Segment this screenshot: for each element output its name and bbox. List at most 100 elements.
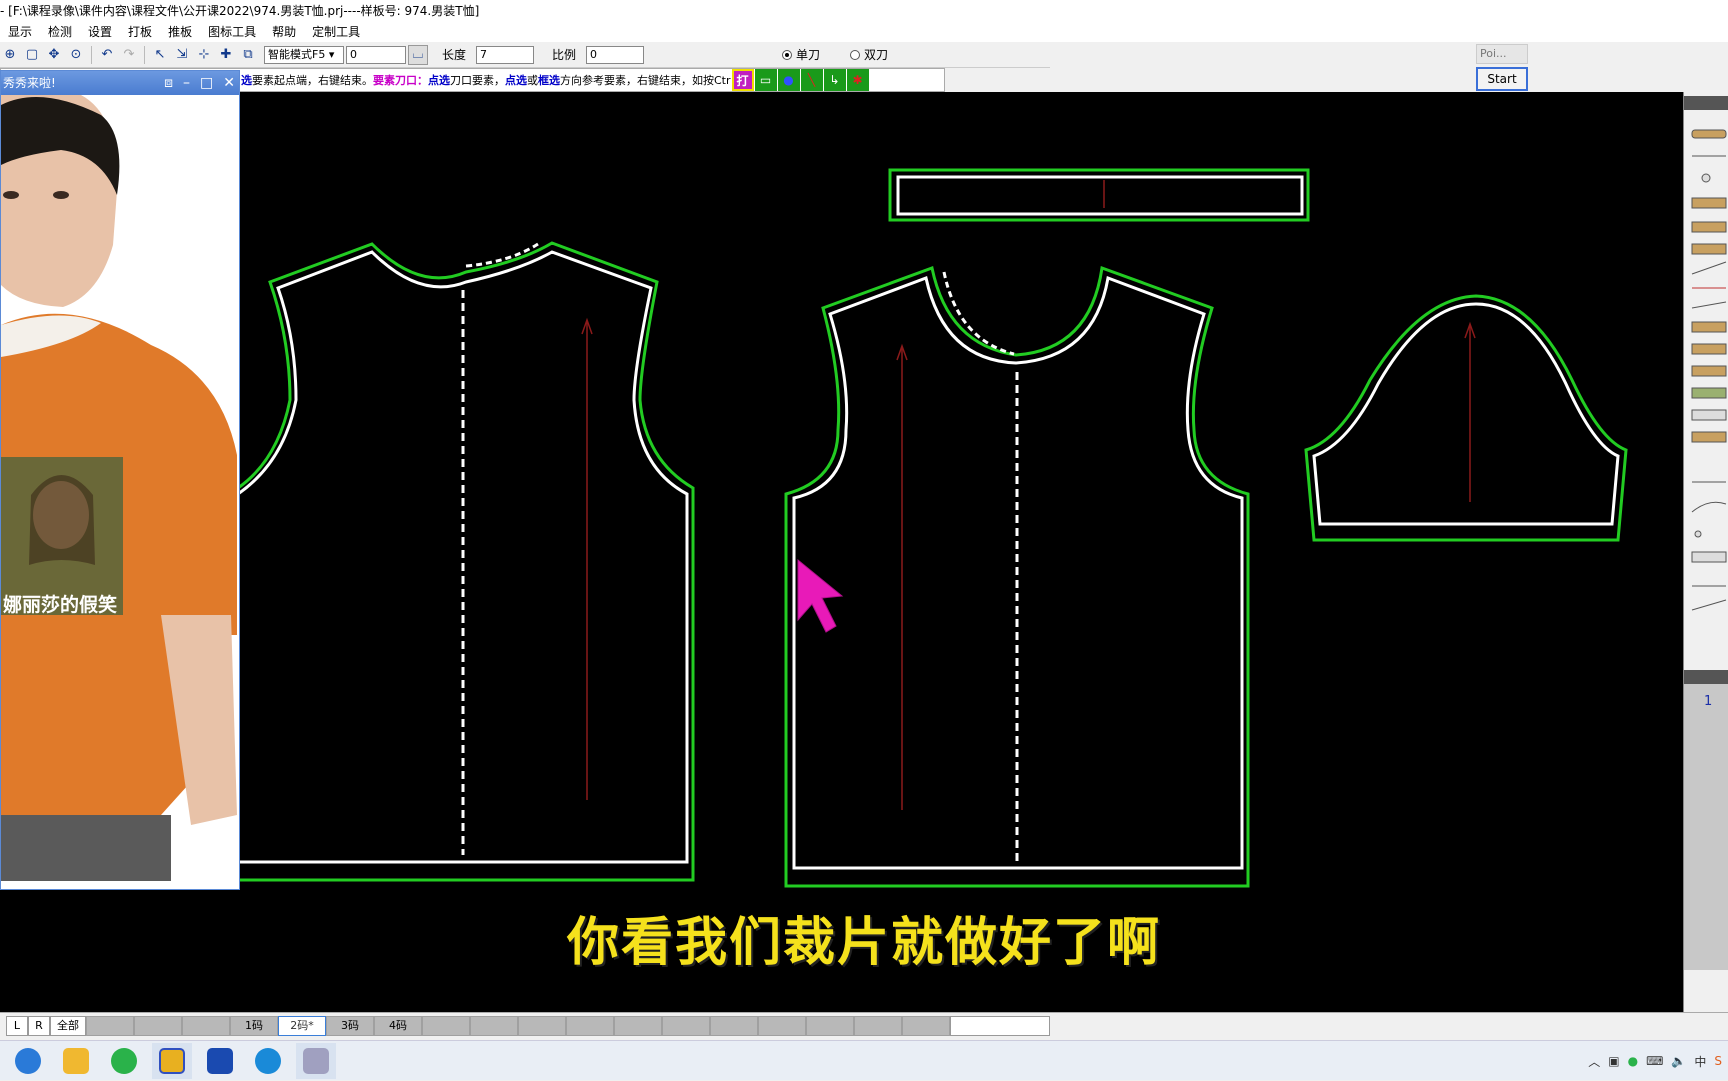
size-slot[interactable] bbox=[854, 1015, 902, 1036]
slope-tool-icon[interactable] bbox=[1691, 599, 1727, 611]
size-slot[interactable] bbox=[518, 1015, 566, 1036]
size-4-tab[interactable]: 4码 bbox=[374, 1015, 422, 1036]
move-icon[interactable]: ⇲ bbox=[172, 45, 192, 65]
ime-icon[interactable]: 中 bbox=[1694, 1053, 1706, 1070]
pattern-drawing bbox=[236, 168, 1628, 888]
notch-tool-icon[interactable] bbox=[1691, 301, 1727, 309]
wechat-icon[interactable] bbox=[104, 1043, 144, 1079]
redo-icon[interactable]: ↷ bbox=[119, 45, 139, 65]
menu-grading[interactable]: 推板 bbox=[160, 22, 200, 42]
close-red-icon[interactable]: ✱ bbox=[846, 69, 869, 91]
pan-icon[interactable]: ✥ bbox=[44, 45, 64, 65]
close-icon[interactable]: ✕ bbox=[223, 71, 235, 95]
size-slot[interactable] bbox=[662, 1015, 710, 1036]
select-icon[interactable]: ↖ bbox=[150, 45, 170, 65]
button-tool-icon[interactable] bbox=[1691, 365, 1727, 377]
menu-display[interactable]: 显示 bbox=[0, 22, 40, 42]
size-slot[interactable] bbox=[614, 1015, 662, 1036]
menu-custom-tools[interactable]: 定制工具 bbox=[304, 22, 368, 42]
undo-icon[interactable]: ↶ bbox=[97, 45, 117, 65]
measure-icon[interactable]: ⌴ bbox=[408, 44, 428, 65]
rotate-tool-icon[interactable] bbox=[1694, 530, 1702, 538]
right-button[interactable]: R bbox=[28, 1015, 50, 1036]
pattern-app-icon[interactable] bbox=[296, 1042, 336, 1079]
menu-check[interactable]: 检测 bbox=[40, 22, 80, 42]
mode-select[interactable]: 智能模式F5 ▾ bbox=[264, 45, 344, 64]
ruler-tool-icon[interactable] bbox=[1691, 197, 1727, 209]
menu-help[interactable]: 帮助 bbox=[264, 22, 304, 42]
zoom-window-icon[interactable]: ▢ bbox=[22, 45, 42, 65]
print-button[interactable]: 打 bbox=[731, 69, 754, 91]
front-piece[interactable] bbox=[784, 265, 1250, 888]
left-button[interactable]: L bbox=[6, 1015, 28, 1036]
browser-icon[interactable] bbox=[248, 1043, 288, 1079]
start-button[interactable]: Start bbox=[1476, 67, 1528, 91]
back-piece[interactable] bbox=[236, 241, 695, 882]
mirror-tool-icon[interactable] bbox=[1691, 431, 1727, 443]
zoom-in-icon[interactable]: ⊕ bbox=[0, 45, 20, 65]
wechat-tray-icon[interactable]: ● bbox=[1628, 1054, 1638, 1068]
menu-icon-tools[interactable]: 图标工具 bbox=[200, 22, 264, 42]
camera-icon[interactable]: ▣ bbox=[1608, 1054, 1619, 1068]
size-slot[interactable] bbox=[710, 1015, 758, 1036]
point-add-icon[interactable]: ✚ bbox=[216, 45, 236, 65]
size-slot[interactable] bbox=[422, 1015, 470, 1036]
folder-icon[interactable] bbox=[56, 1043, 96, 1079]
cad-app-icon[interactable] bbox=[152, 1042, 192, 1079]
length-input[interactable]: 7 bbox=[476, 45, 535, 64]
network-icon[interactable]: ⌨ bbox=[1646, 1054, 1663, 1068]
size-slot[interactable] bbox=[134, 1015, 182, 1036]
menu-drafting[interactable]: 打板 bbox=[120, 22, 160, 42]
size-slot[interactable] bbox=[470, 1015, 518, 1036]
all-sizes-button[interactable]: 全部 bbox=[50, 1015, 86, 1036]
point-edit-icon[interactable]: ⊹ bbox=[194, 45, 214, 65]
zoom-fit-icon[interactable]: ⊙ bbox=[66, 45, 86, 65]
maximize-icon[interactable]: □ bbox=[200, 71, 213, 95]
grade-tool-icon[interactable] bbox=[1691, 221, 1727, 233]
snap-icon[interactable]: ⧈ bbox=[164, 71, 173, 95]
size-1-tab[interactable]: 1码 bbox=[230, 1015, 278, 1036]
pattern-canvas[interactable] bbox=[0, 92, 1683, 1012]
size-2-tab[interactable]: 2码* bbox=[278, 1015, 326, 1036]
shield-app-icon[interactable] bbox=[200, 1043, 240, 1079]
angle-tool-icon[interactable] bbox=[1691, 261, 1727, 275]
size-slot[interactable] bbox=[566, 1015, 614, 1036]
double-notch-label: 双刀 bbox=[864, 48, 889, 62]
table-tool-icon[interactable] bbox=[1691, 551, 1727, 563]
text-tool-icon[interactable] bbox=[1691, 387, 1727, 399]
size-slot[interactable] bbox=[902, 1015, 950, 1036]
dart-tool-icon[interactable] bbox=[1691, 321, 1727, 333]
hint-seg: 选 bbox=[241, 74, 252, 87]
grain-tool-icon[interactable] bbox=[1691, 409, 1727, 421]
sogou-tray-icon[interactable]: S bbox=[1714, 1054, 1722, 1068]
size-slot[interactable] bbox=[806, 1015, 854, 1036]
size-slot[interactable] bbox=[86, 1015, 134, 1036]
menu-settings[interactable]: 设置 bbox=[80, 22, 120, 42]
size-slot[interactable] bbox=[182, 1015, 230, 1036]
pencil-tool-icon[interactable] bbox=[1691, 129, 1727, 139]
ratio-input[interactable]: 0 bbox=[586, 45, 645, 64]
pleat-tool-icon[interactable] bbox=[1691, 343, 1727, 355]
size-3-tab[interactable]: 3码 bbox=[326, 1015, 374, 1036]
curve-tool-icon[interactable] bbox=[1691, 501, 1727, 513]
double-notch-radio[interactable]: 双刀 bbox=[850, 46, 888, 63]
value-input[interactable]: 0 bbox=[346, 45, 406, 64]
line-red-icon[interactable]: ╲ bbox=[800, 69, 823, 91]
page-number[interactable]: 1 bbox=[1704, 694, 1712, 709]
rect-tool-icon[interactable]: ▭ bbox=[754, 69, 777, 91]
arrow-tool-icon[interactable]: ↳ bbox=[823, 69, 846, 91]
minimize-icon[interactable]: – bbox=[183, 71, 190, 95]
volume-icon[interactable]: 🔈 bbox=[1671, 1054, 1686, 1068]
hint-seg: 要素刀口： bbox=[373, 74, 428, 87]
sleeve-piece[interactable] bbox=[1304, 294, 1628, 542]
single-notch-radio[interactable]: 单刀 bbox=[782, 46, 820, 63]
compass-tool-icon[interactable] bbox=[1701, 173, 1711, 183]
dot-tool-icon[interactable]: ● bbox=[777, 69, 800, 91]
seam-tool-icon[interactable] bbox=[1691, 243, 1727, 255]
collar-piece[interactable] bbox=[888, 168, 1310, 222]
sogou-icon[interactable] bbox=[8, 1043, 48, 1079]
size-slot[interactable] bbox=[758, 1015, 806, 1036]
transform-icon[interactable]: ⧉ bbox=[238, 45, 258, 65]
chevron-up-icon[interactable]: ︿ bbox=[1588, 1053, 1600, 1070]
video-window-title-bar[interactable]: 秀秀来啦! ⧈ – □ ✕ bbox=[1, 71, 239, 95]
